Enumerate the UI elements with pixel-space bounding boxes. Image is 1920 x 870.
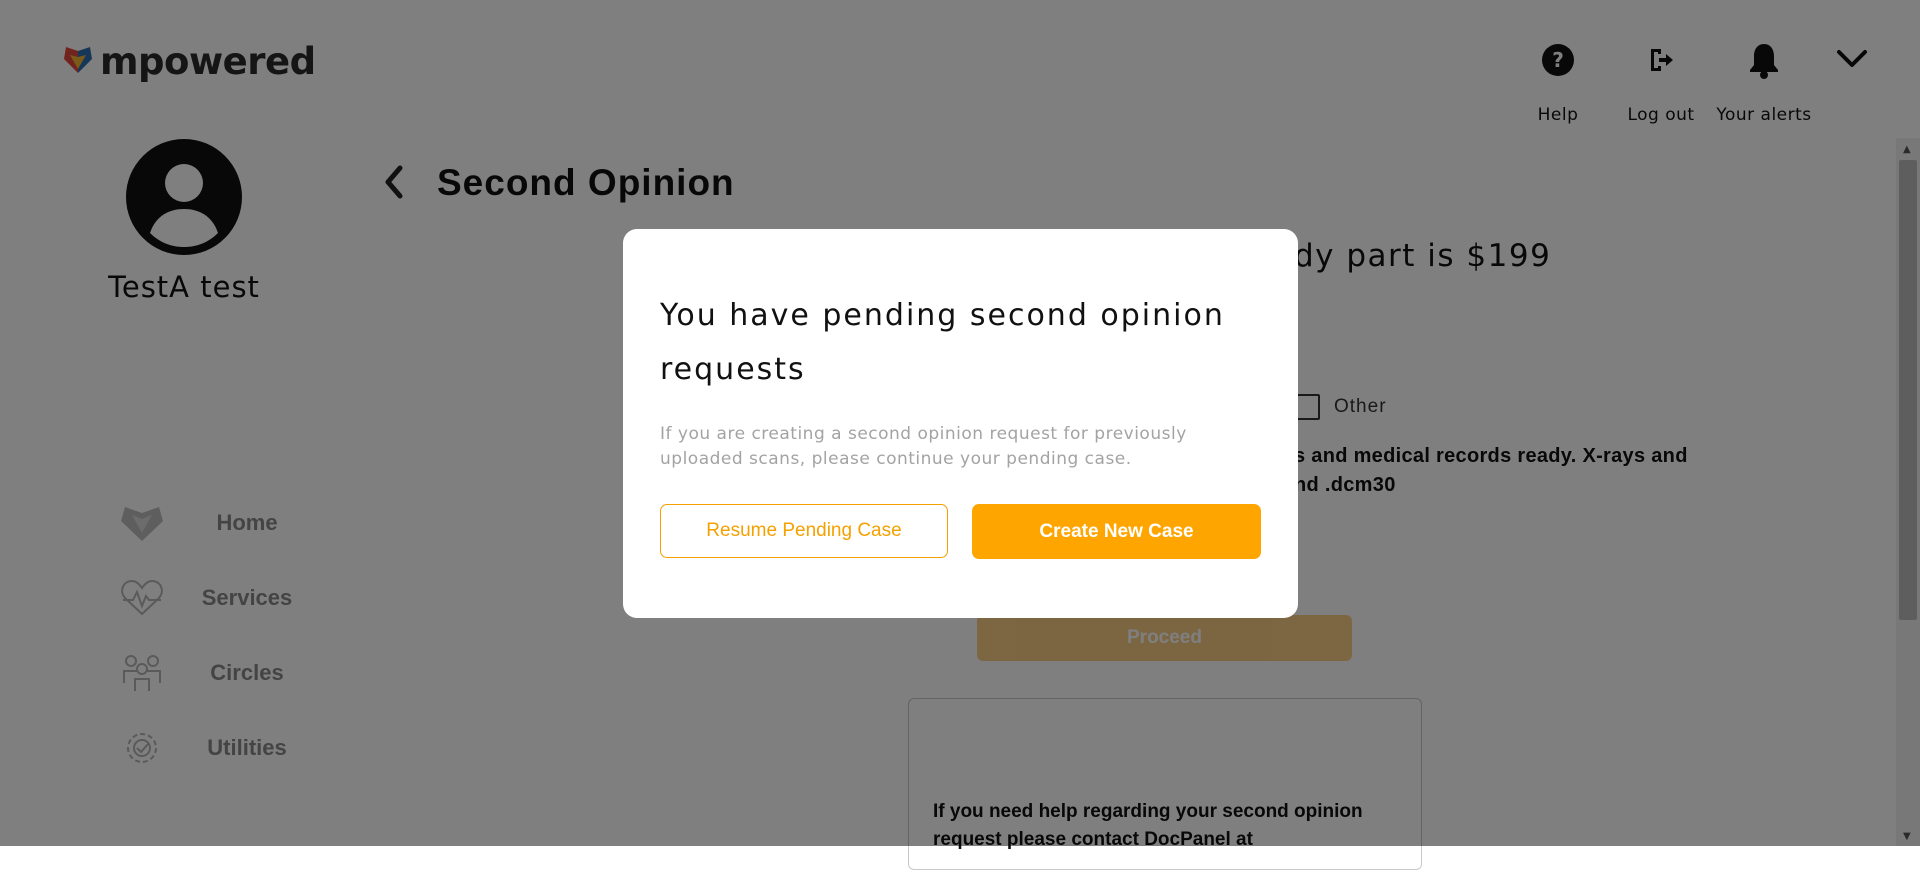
resume-pending-case-button[interactable]: Resume Pending Case xyxy=(660,504,948,558)
modal-description: If you are creating a second opinion req… xyxy=(660,424,1187,469)
modal-title: You have pending second opinion requests xyxy=(660,298,1225,387)
pending-requests-modal: You have pending second opinion requests… xyxy=(623,229,1298,618)
create-new-case-button[interactable]: Create New Case xyxy=(972,504,1261,559)
